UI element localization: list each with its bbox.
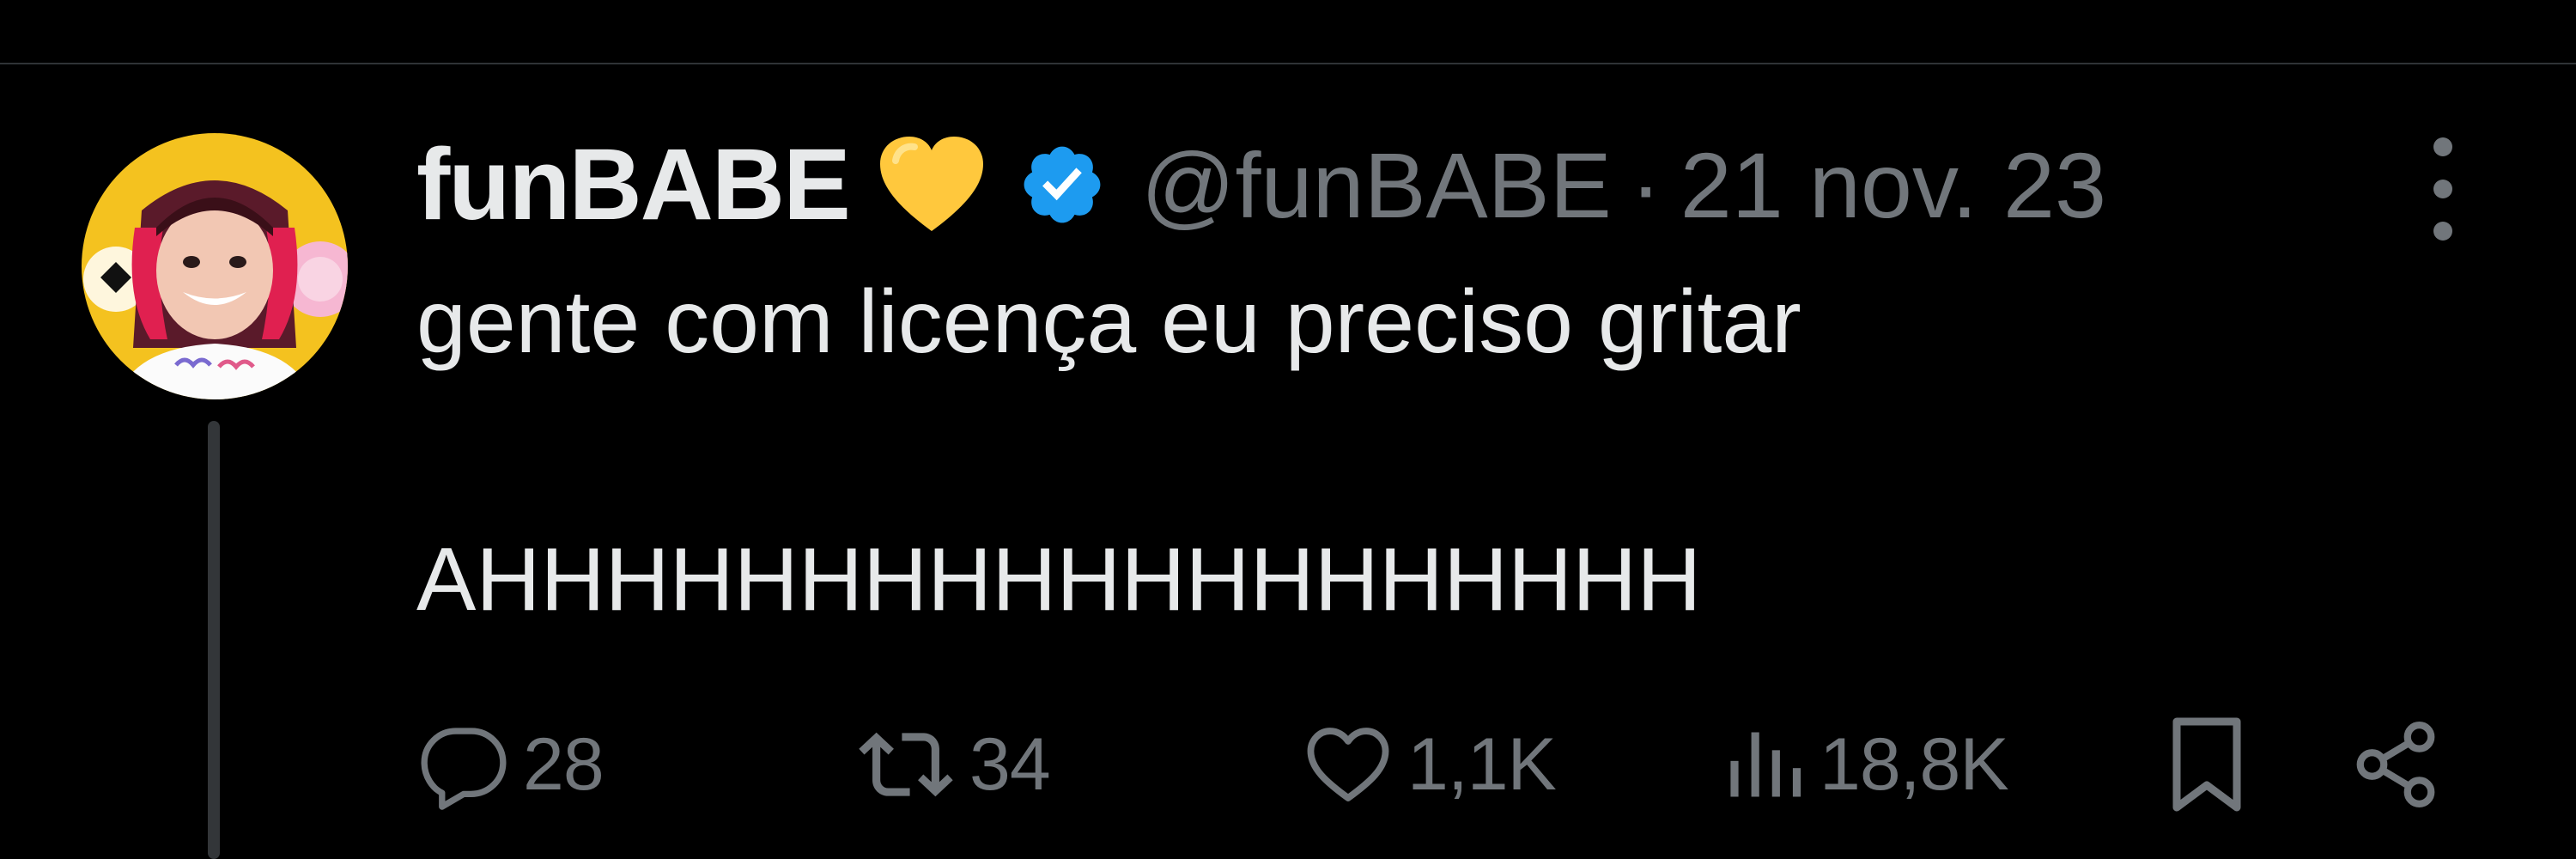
bookmark-button[interactable] [2164, 704, 2250, 825]
reply-button[interactable]: 28 [416, 704, 605, 825]
views-count: 18,8K [1820, 722, 2009, 806]
views-chart-icon [1730, 732, 1801, 797]
tweet-header: funBABE @funBABE · 21 nov. 23 [416, 126, 2391, 243]
more-dot-icon [2433, 222, 2452, 241]
repost-count: 34 [969, 722, 1051, 806]
like-button[interactable]: 1,1K [1301, 704, 1557, 825]
display-name[interactable]: funBABE [416, 126, 851, 243]
like-count: 1,1K [1407, 722, 1557, 806]
top-divider [0, 63, 2576, 64]
tweet-text: gente com licença eu preciso gritar AHHH… [416, 272, 1801, 630]
more-dot-icon [2433, 180, 2452, 198]
avatar[interactable] [82, 133, 348, 399]
repost-icon [859, 732, 953, 797]
repost-button[interactable]: 34 [854, 704, 1051, 825]
avatar-image [82, 133, 348, 399]
yellow-heart-icon [877, 135, 987, 235]
views-button[interactable]: 18,8K [1722, 704, 2009, 825]
verified-badge-icon[interactable] [1018, 140, 1107, 229]
reply-icon [421, 728, 507, 810]
reply-count: 28 [523, 722, 605, 806]
share-button[interactable] [2348, 704, 2443, 825]
thread-line [208, 421, 220, 859]
handle[interactable]: @funBABE [1141, 131, 1612, 239]
bookmark-icon [2172, 717, 2241, 812]
more-options-button[interactable] [2413, 137, 2473, 241]
separator-dot: · [1630, 132, 1662, 237]
tweet-date[interactable]: 21 nov. 23 [1680, 131, 2106, 239]
tweet-actions: 28 34 1,1K 18,8K [416, 704, 2477, 825]
more-dot-icon [2433, 137, 2452, 156]
heart-outline-icon [1307, 728, 1389, 801]
share-icon [2356, 722, 2435, 807]
